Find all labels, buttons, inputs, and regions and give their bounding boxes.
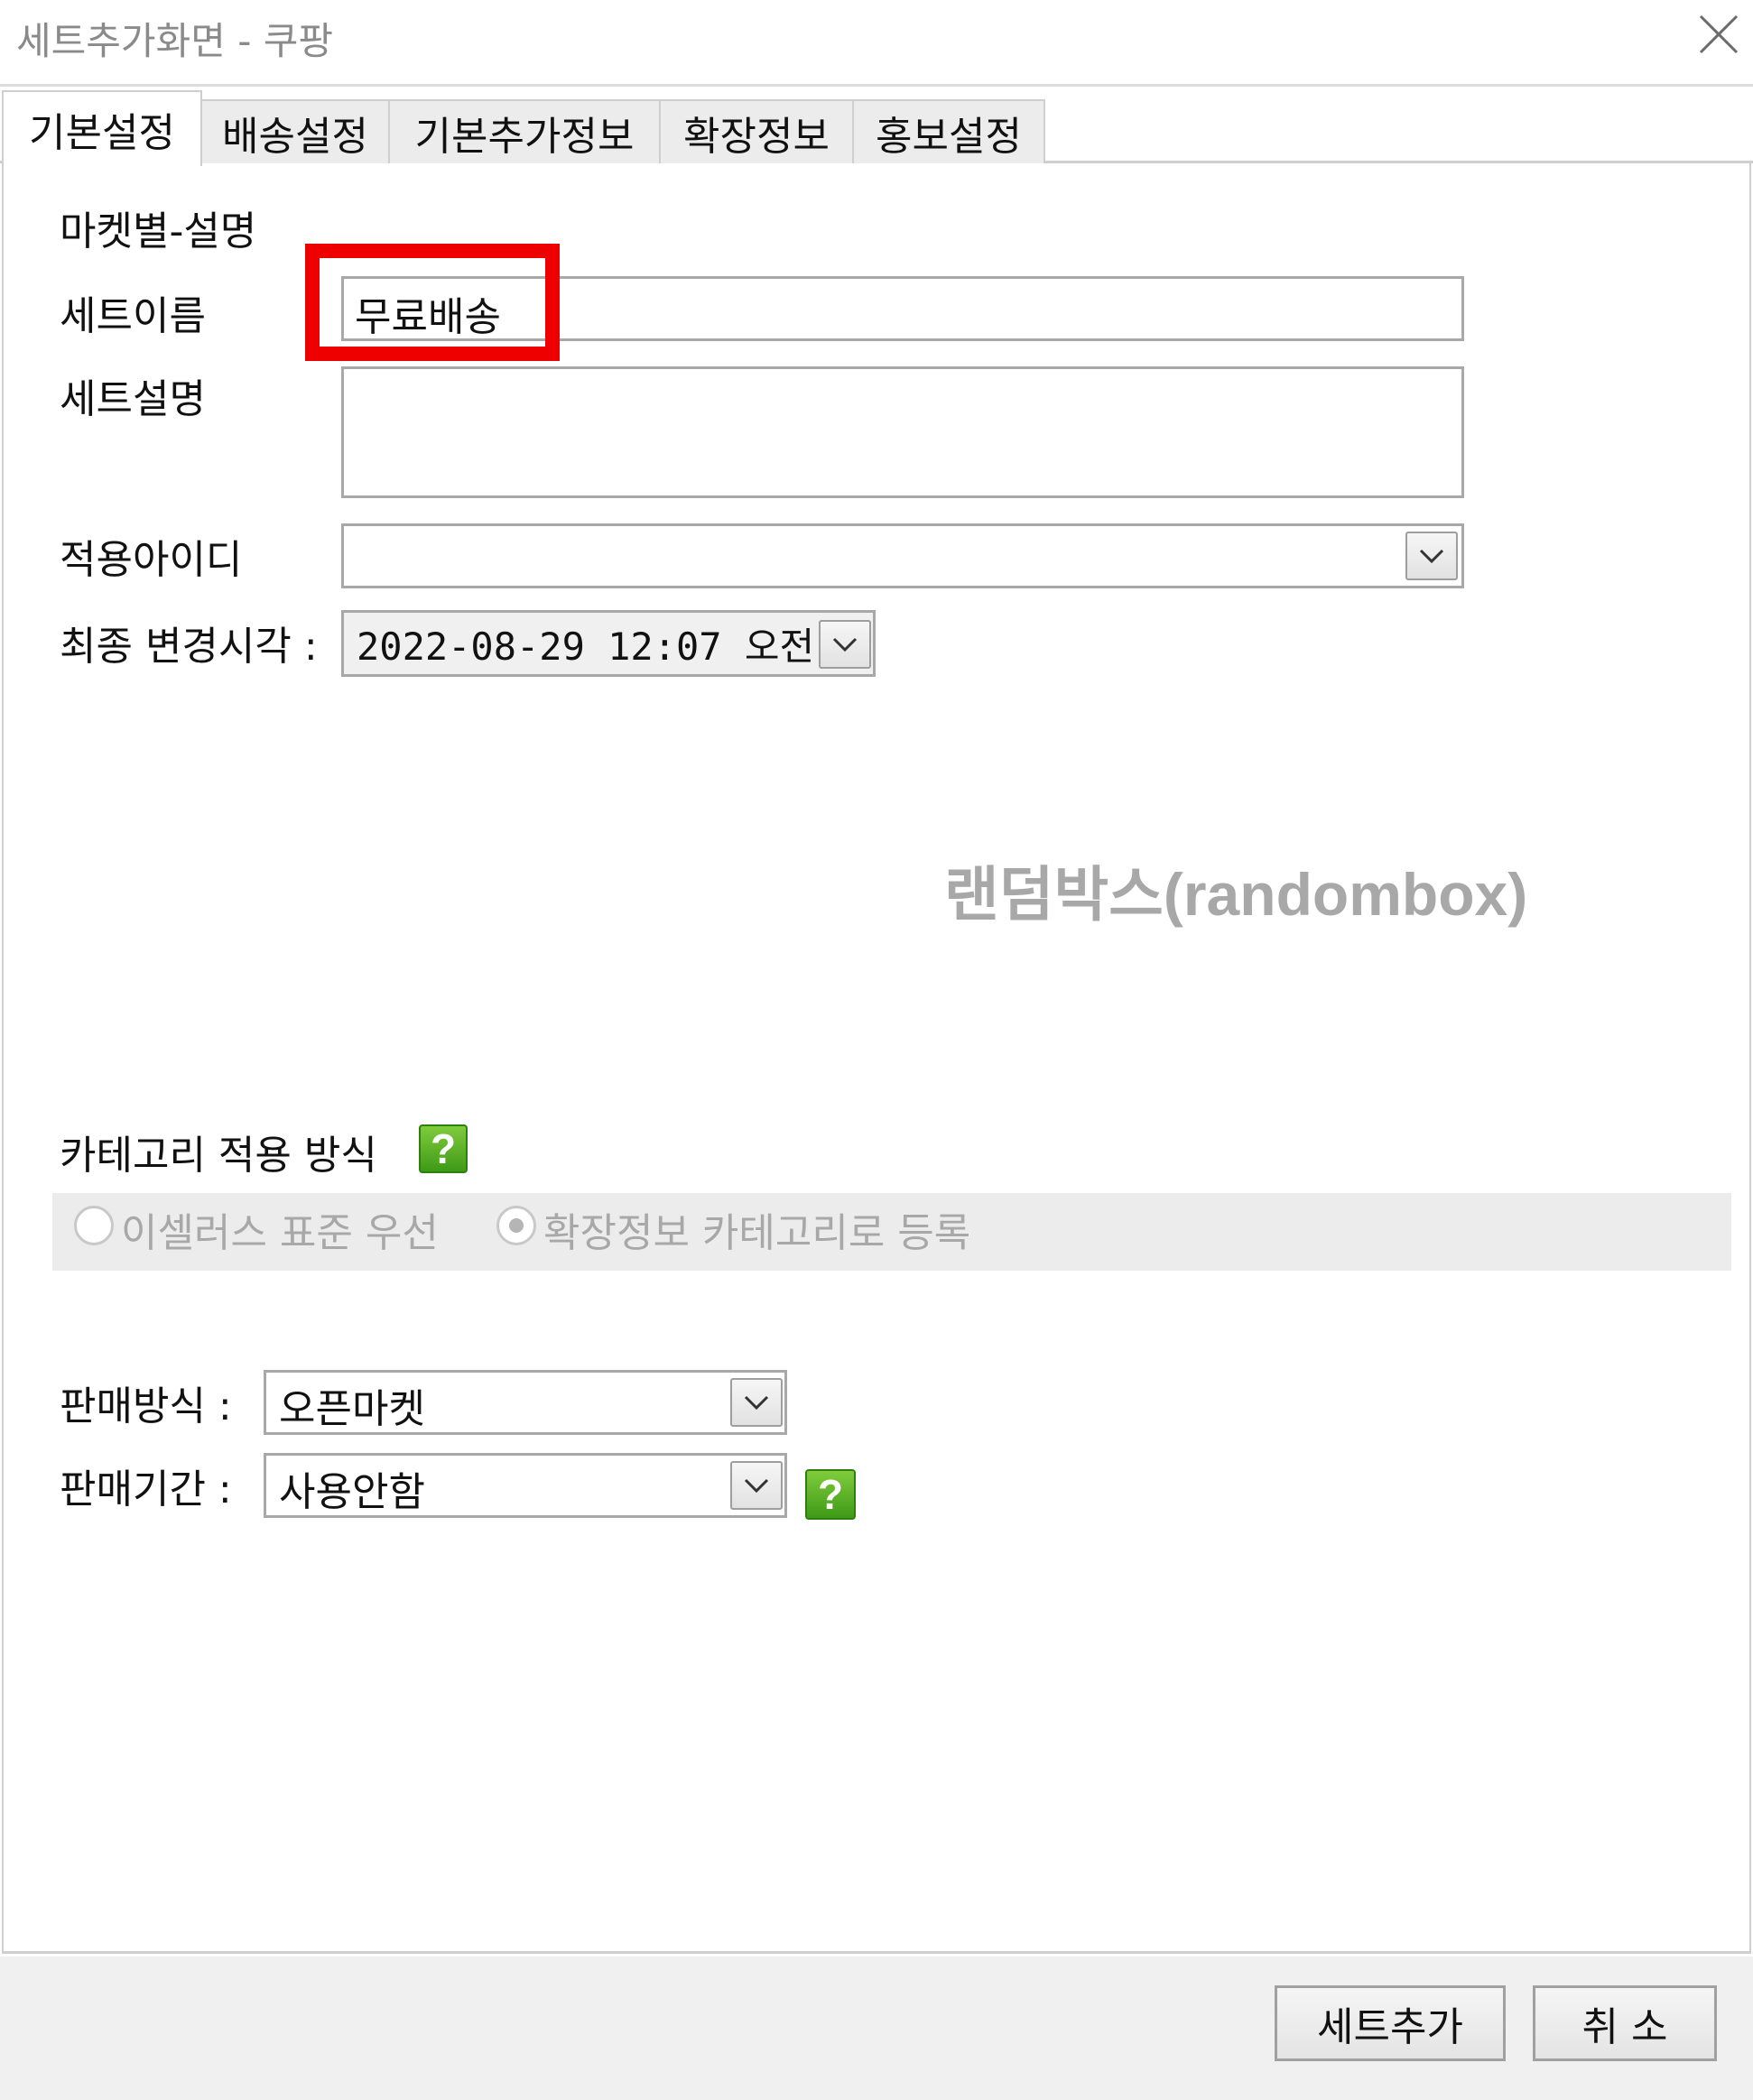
sales-period-dropdown-button[interactable] [730, 1461, 783, 1510]
tab-basic-settings[interactable]: 기본설정 [2, 90, 202, 166]
cancel-button[interactable]: 취 소 [1533, 1985, 1717, 2061]
apply-id-select[interactable] [341, 523, 1464, 588]
highlight-box [305, 244, 560, 361]
close-icon[interactable] [1695, 11, 1742, 58]
set-desc-label: 세트설명 [60, 376, 206, 422]
window-title: 세트추가화면 - 쿠팡 [16, 19, 333, 63]
category-method-label: 카테고리 적용 방식 [60, 1133, 377, 1179]
chevron-down-icon [744, 1478, 769, 1494]
sales-method-label: 판매방식 : [60, 1383, 232, 1429]
radio-standard-first[interactable] [74, 1206, 114, 1245]
help-icon[interactable]: ? [805, 1469, 856, 1520]
sales-period-value: 사용안함 [279, 1469, 425, 1515]
tab-basic-additional-info[interactable]: 기본추가정보 [388, 99, 661, 164]
watermark-text: 랜덤박스(randombox) [944, 861, 1528, 928]
apply-id-dropdown-button[interactable] [1405, 532, 1458, 580]
tab-extended-info[interactable]: 확장정보 [659, 99, 854, 164]
tab-promotion-settings[interactable]: 홍보설정 [852, 99, 1045, 164]
radio-extended-category[interactable] [496, 1206, 536, 1245]
last-modified-datetime[interactable]: 2022-08-29 12:07 오전 [341, 610, 876, 677]
sales-period-label: 판매기간 : [60, 1466, 232, 1513]
add-set-button[interactable]: 세트추가 [1275, 1985, 1506, 2061]
set-name-label: 세트이름 [60, 293, 206, 339]
set-desc-textarea[interactable] [341, 366, 1464, 498]
last-modified-dropdown-button[interactable] [819, 620, 871, 669]
radio-extended-category-label: 확장정보 카테고리로 등록 [543, 1210, 971, 1256]
last-modified-value: 2022-08-29 12:07 오전 [357, 624, 815, 669]
chevron-down-icon [1419, 549, 1444, 564]
apply-id-label: 적용아이디 [60, 537, 243, 583]
last-modified-label: 최종 변경시각 : [60, 624, 318, 670]
chevron-down-icon [832, 637, 858, 652]
sales-method-dropdown-button[interactable] [730, 1378, 783, 1427]
sales-method-value: 오픈마켓 [279, 1386, 425, 1432]
chevron-down-icon [744, 1395, 769, 1411]
help-icon[interactable]: ? [419, 1124, 468, 1173]
market-desc-label: 마켓별-설명 [60, 208, 257, 254]
tab-shipping-settings[interactable]: 배송설정 [200, 99, 390, 164]
radio-standard-first-label: 이셀러스 표준 우선 [121, 1210, 439, 1256]
sales-method-select[interactable]: 오픈마켓 [264, 1370, 787, 1435]
sales-period-select[interactable]: 사용안함 [264, 1453, 787, 1518]
radio-selected-dot [509, 1218, 524, 1233]
